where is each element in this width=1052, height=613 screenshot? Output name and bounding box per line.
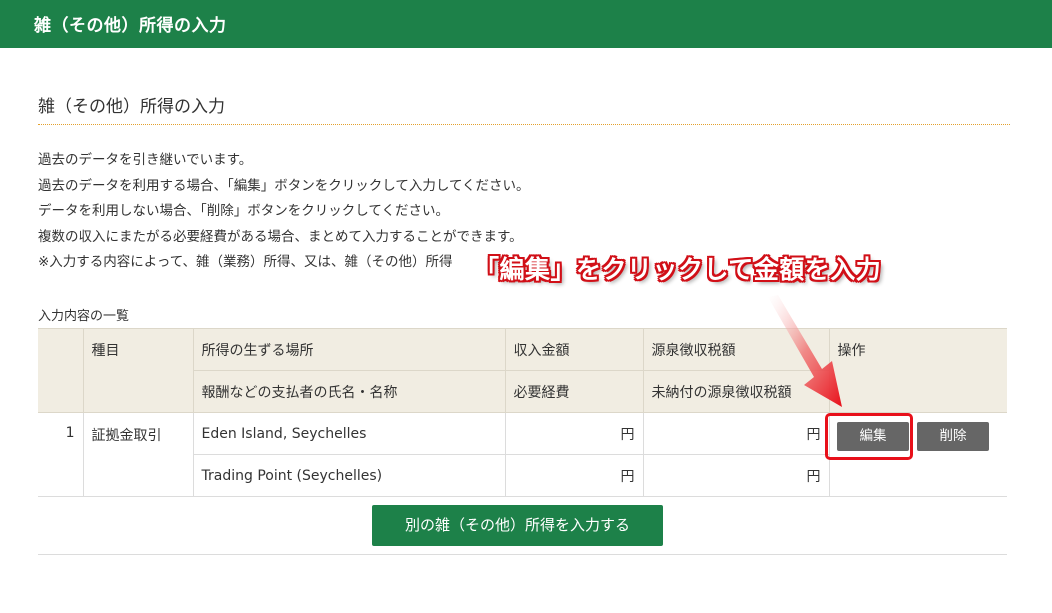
column-header-place: 所得の生ずる場所 — [192, 328, 506, 371]
section-title: 雑（その他）所得の入力 — [38, 97, 225, 117]
column-header-payer: 報酬などの支払者の氏名・名称 — [192, 370, 506, 413]
intro-line: データを利用しない場合、「削除」ボタンをクリックしてください。 — [38, 203, 449, 219]
column-header-actions: 操作 — [828, 328, 1007, 413]
page-header-title: 雑（その他）所得の入力 — [34, 16, 227, 36]
app-header-bar: 雑（その他）所得の入力 — [0, 0, 1052, 48]
intro-line: 過去のデータを引き継いでいます。 — [38, 152, 253, 168]
title-divider — [38, 124, 1010, 125]
row-income: 円 — [504, 412, 644, 455]
row-place: Eden Island, Seychelles — [192, 412, 506, 455]
row-expenses: 円 — [504, 454, 644, 497]
row-number: 1 — [38, 412, 84, 497]
intro-line: 複数の収入にまたがる必要経費がある場合、まとめて入力することができます。 — [38, 228, 523, 245]
row-unpaid-withholding: 円 — [642, 454, 830, 497]
column-header-expenses: 必要経費 — [504, 370, 644, 413]
list-caption: 入力内容の一覧 — [38, 309, 130, 324]
edit-highlight-box — [825, 413, 913, 460]
callout-text: 「編集」をクリックして金額を入力 — [474, 255, 882, 284]
column-header-number — [38, 328, 84, 413]
callout-arrow-icon — [768, 295, 842, 407]
intro-line: 過去のデータを利用する場合、「編集」ボタンをクリックして入力してください。 — [38, 177, 530, 194]
column-header-category: 種目 — [82, 328, 194, 413]
row-withholding: 円 — [642, 412, 830, 455]
delete-button[interactable]: 削除 — [917, 422, 989, 451]
add-another-income-button[interactable]: 別の雑（その他）所得を入力する — [372, 505, 663, 546]
bottom-divider — [38, 554, 1007, 555]
row-category: 証拠金取引 — [82, 412, 194, 497]
column-header-income: 収入金額 — [504, 328, 644, 371]
row-payer: Trading Point (Seychelles) — [192, 454, 506, 497]
table-header-row: 種目 所得の生ずる場所 収入金額 源泉徴収税額 操作 — [38, 328, 1007, 413]
